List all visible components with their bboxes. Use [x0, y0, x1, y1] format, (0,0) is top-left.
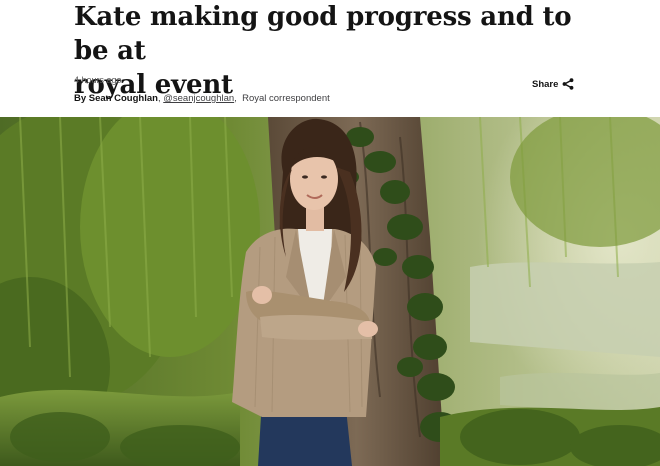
photo-woman-leaning-on-tree — [0, 117, 660, 466]
headline-line-1: Kate making good progress and to be at — [74, 2, 572, 66]
author-role: Royal correspondent — [242, 93, 330, 104]
author-handle-link[interactable]: @seanjcoughlan — [163, 93, 234, 104]
share-label: Share — [532, 78, 559, 90]
author-name: Sean Coughlan — [88, 93, 158, 104]
timestamp: 4 hours ago — [74, 75, 122, 85]
byline-separator-2: , — [234, 93, 243, 104]
byline-prefix: By — [74, 93, 89, 104]
byline: By Sean Coughlan, @seanjcoughlan, Royal … — [74, 93, 330, 104]
share-button[interactable]: Share — [532, 78, 574, 90]
article-page: Kate making good progress and to be at r… — [0, 0, 660, 466]
hero-photo — [0, 117, 660, 466]
share-icon — [562, 78, 574, 90]
